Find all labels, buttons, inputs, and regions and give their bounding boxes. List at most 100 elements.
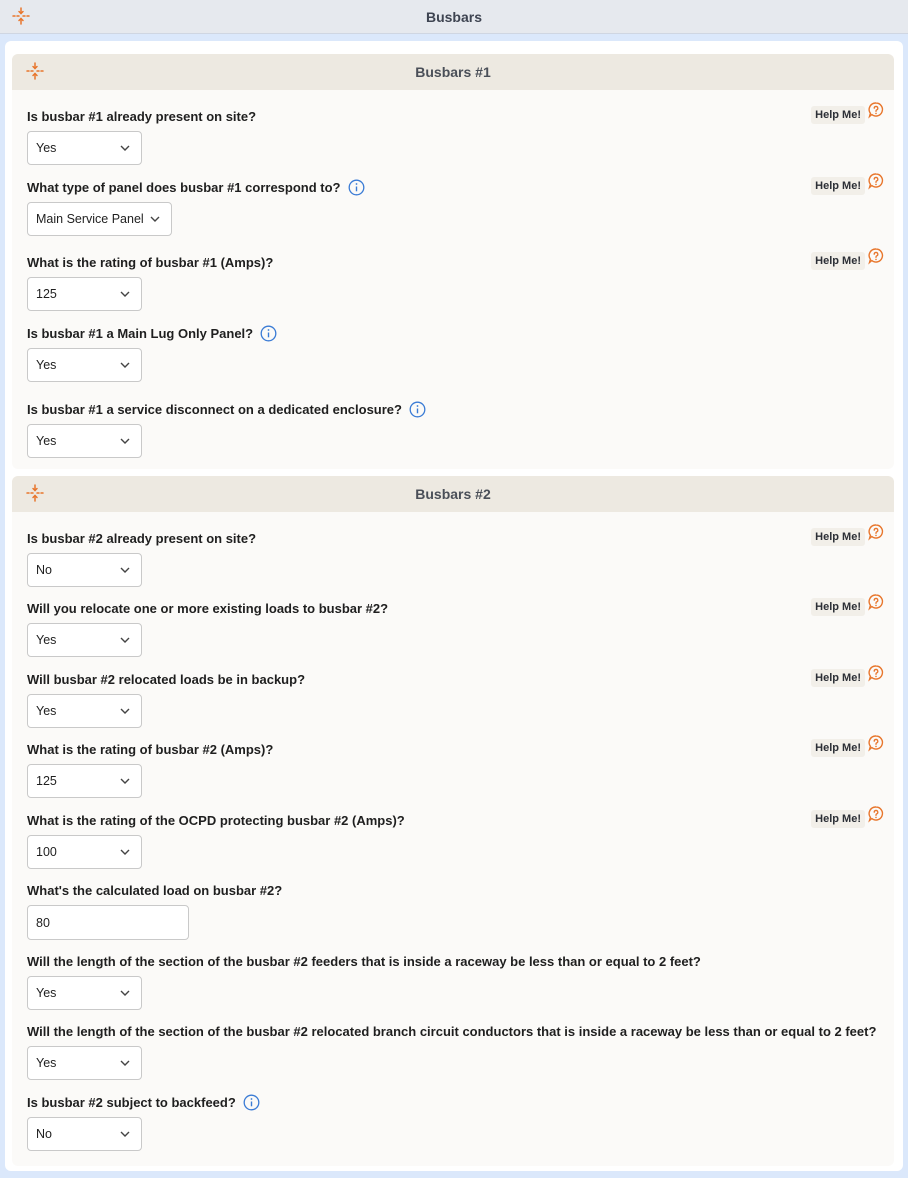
section-busbars-2: Busbars #2 Is busbar #2 already present …	[12, 476, 894, 1166]
question-label: What is the rating of the OCPD protectin…	[27, 812, 405, 828]
select-value: No	[36, 1127, 52, 1141]
select-value: Yes	[36, 141, 57, 155]
busbars-panel: Busbars #1 Is busbar #1 already present …	[5, 41, 903, 1171]
collapse-arrows-icon[interactable]	[26, 484, 44, 502]
chevron-down-icon	[120, 849, 130, 855]
question-busbar2-calculated-load: What's the calculated load on busbar #2?	[27, 881, 889, 940]
chevron-down-icon	[120, 708, 130, 714]
question-label: Will the length of the section of the bu…	[27, 953, 701, 969]
chevron-down-icon	[120, 990, 130, 996]
question-label: Is busbar #1 already present on site?	[27, 108, 257, 124]
question-busbar2-relocate: Will you relocate one or more existing l…	[27, 594, 889, 657]
help-me-button[interactable]: Help Me!	[811, 734, 885, 757]
select-value: Main Service Panel	[36, 212, 144, 226]
question-label: Will busbar #2 relocated loads be in bac…	[27, 671, 306, 687]
help-bubble-icon	[868, 102, 884, 119]
help-me-label: Help Me!	[811, 739, 865, 757]
help-me-label: Help Me!	[811, 252, 865, 270]
section-busbars-1: Busbars #1 Is busbar #1 already present …	[12, 54, 894, 469]
info-circle-icon[interactable]	[409, 401, 426, 418]
collapse-arrows-icon[interactable]	[26, 62, 44, 80]
section-header[interactable]: Busbars #2	[12, 476, 894, 512]
question-label: What type of panel does busbar #1 corres…	[27, 179, 341, 195]
select-value: Yes	[36, 633, 57, 647]
select-value: Yes	[36, 434, 57, 448]
info-circle-icon[interactable]	[260, 325, 277, 342]
section-title: Busbars #1	[415, 64, 491, 80]
select-value: 125	[36, 774, 57, 788]
question-busbar2-rating: What is the rating of busbar #2 (Amps)? …	[27, 735, 889, 798]
help-bubble-icon	[868, 806, 884, 823]
chevron-down-icon	[120, 1060, 130, 1066]
question-label: Is busbar #1 a service disconnect on a d…	[27, 401, 402, 417]
busbar2-rating-select[interactable]: 125	[27, 764, 142, 798]
busbar2-calculated-load-input[interactable]	[27, 905, 189, 940]
busbar1-present-select[interactable]: Yes	[27, 131, 142, 165]
help-bubble-icon	[868, 173, 884, 190]
help-bubble-icon	[868, 524, 884, 541]
question-busbar2-ocpd-rating: What is the rating of the OCPD protectin…	[27, 806, 889, 869]
question-busbar2-backup: Will busbar #2 relocated loads be in bac…	[27, 665, 889, 728]
question-busbar1-main-lug: Is busbar #1 a Main Lug Only Panel? Yes	[27, 324, 889, 382]
question-busbar1-rating: What is the rating of busbar #1 (Amps)? …	[27, 248, 889, 311]
busbar2-backfeed-select[interactable]: No	[27, 1117, 142, 1151]
question-label: What's the calculated load on busbar #2?	[27, 882, 283, 898]
section-title: Busbars #2	[415, 486, 491, 502]
chevron-down-icon	[120, 1131, 130, 1137]
help-me-button[interactable]: Help Me!	[811, 593, 885, 616]
question-label: What is the rating of busbar #2 (Amps)?	[27, 741, 274, 757]
help-me-label: Help Me!	[811, 528, 865, 546]
question-busbar1-panel-type: What type of panel does busbar #1 corres…	[27, 173, 889, 236]
select-value: 100	[36, 845, 57, 859]
help-me-button[interactable]: Help Me!	[811, 805, 885, 828]
select-value: 125	[36, 287, 57, 301]
select-value: No	[36, 563, 52, 577]
busbar2-backup-select[interactable]: Yes	[27, 694, 142, 728]
help-bubble-icon	[868, 665, 884, 682]
chevron-down-icon	[120, 637, 130, 643]
question-label: What is the rating of busbar #1 (Amps)?	[27, 254, 274, 270]
busbar2-ocpd-rating-select[interactable]: 100	[27, 835, 142, 869]
select-value: Yes	[36, 358, 57, 372]
busbar1-rating-select[interactable]: 125	[27, 277, 142, 311]
chevron-down-icon	[150, 216, 160, 222]
help-me-label: Help Me!	[811, 669, 865, 687]
question-busbar1-service-disconnect: Is busbar #1 a service disconnect on a d…	[27, 400, 889, 458]
question-label: Will you relocate one or more existing l…	[27, 600, 389, 616]
busbar2-feeders-raceway-select[interactable]: Yes	[27, 976, 142, 1010]
select-value: Yes	[36, 1056, 57, 1070]
question-busbar2-feeders-raceway: Will the length of the section of the bu…	[27, 952, 889, 1010]
help-bubble-icon	[868, 248, 884, 265]
busbar2-branch-raceway-select[interactable]: Yes	[27, 1046, 142, 1080]
busbar1-main-lug-select[interactable]: Yes	[27, 348, 142, 382]
busbar2-relocate-select[interactable]: Yes	[27, 623, 142, 657]
page-header: Busbars	[0, 0, 908, 34]
help-me-button[interactable]: Help Me!	[811, 101, 885, 124]
help-me-label: Help Me!	[811, 598, 865, 616]
busbar1-panel-type-select[interactable]: Main Service Panel	[27, 202, 172, 236]
help-me-button[interactable]: Help Me!	[811, 523, 885, 546]
chevron-down-icon	[120, 362, 130, 368]
help-me-label: Help Me!	[811, 810, 865, 828]
busbar2-present-select[interactable]: No	[27, 553, 142, 587]
chevron-down-icon	[120, 567, 130, 573]
help-me-label: Help Me!	[811, 106, 865, 124]
help-me-button[interactable]: Help Me!	[811, 172, 885, 195]
help-bubble-icon	[868, 594, 884, 611]
info-circle-icon[interactable]	[348, 179, 365, 196]
info-circle-icon[interactable]	[243, 1094, 260, 1111]
section-header[interactable]: Busbars #1	[12, 54, 894, 90]
chevron-down-icon	[120, 291, 130, 297]
question-busbar1-present: Is busbar #1 already present on site? Ye…	[27, 102, 889, 165]
collapse-arrows-icon[interactable]	[12, 7, 30, 25]
busbar1-service-disconnect-select[interactable]: Yes	[27, 424, 142, 458]
question-label: Is busbar #2 subject to backfeed?	[27, 1094, 236, 1110]
question-busbar2-present: Is busbar #2 already present on site? No…	[27, 524, 889, 587]
question-label: Is busbar #1 a Main Lug Only Panel?	[27, 325, 254, 341]
help-bubble-icon	[868, 735, 884, 752]
help-me-button[interactable]: Help Me!	[811, 664, 885, 687]
page-title: Busbars	[425, 8, 483, 25]
help-me-button[interactable]: Help Me!	[811, 247, 885, 270]
chevron-down-icon	[120, 145, 130, 151]
question-label: Is busbar #2 already present on site?	[27, 530, 257, 546]
